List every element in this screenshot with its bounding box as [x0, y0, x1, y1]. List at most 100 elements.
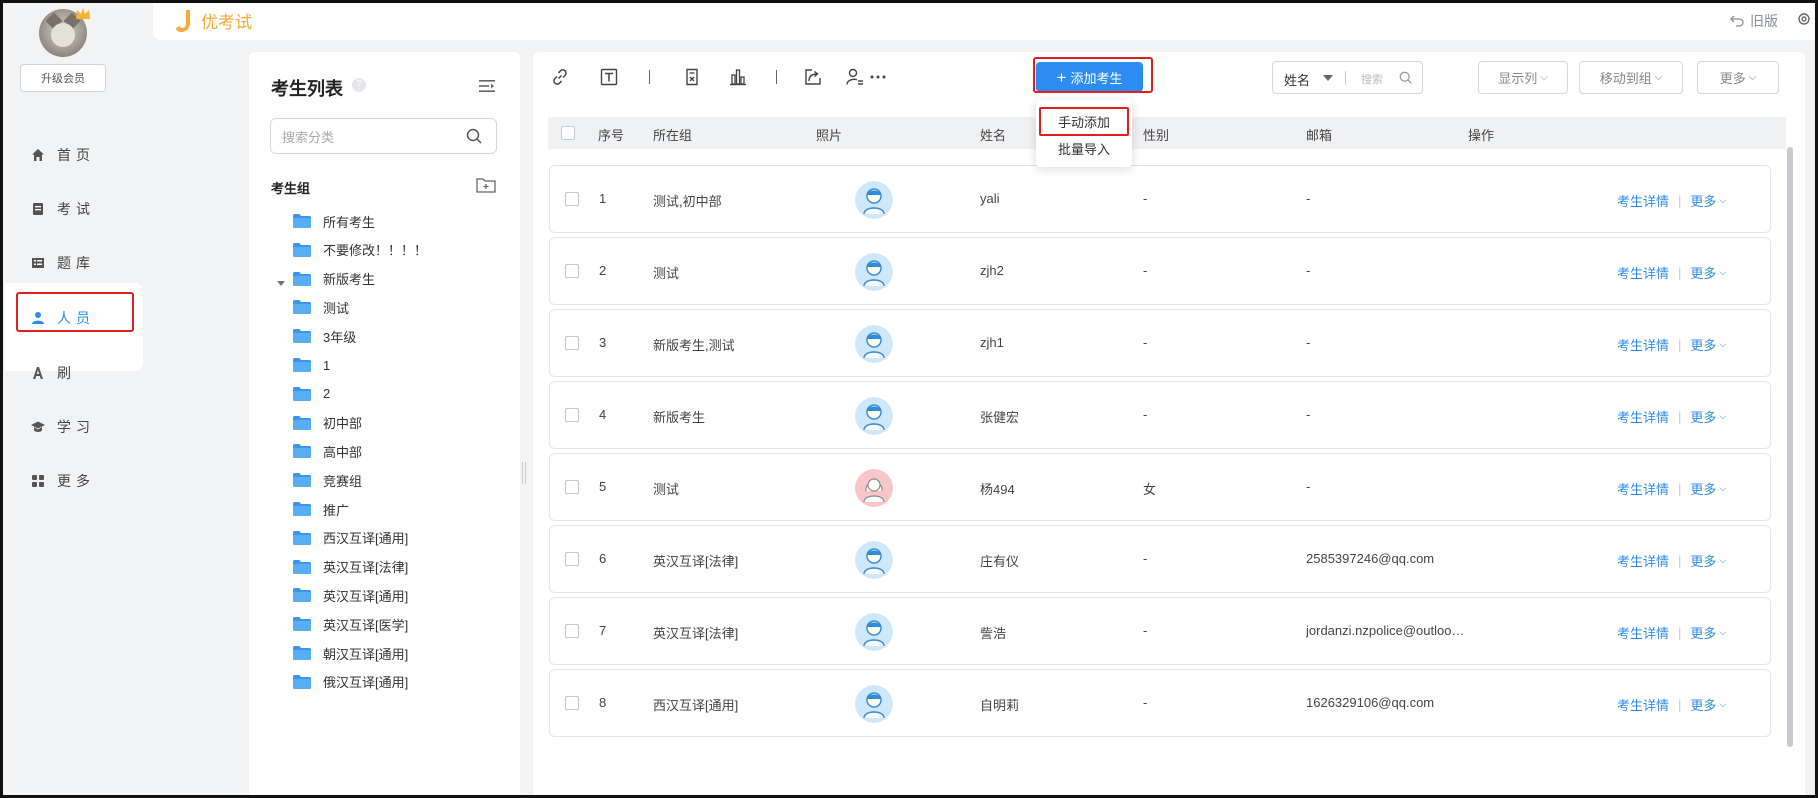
row-more-link[interactable]: 更多: [1690, 551, 1716, 570]
group-tree-item[interactable]: 所有考生: [293, 209, 375, 233]
row-checkbox[interactable]: [565, 624, 579, 638]
nav-item-home[interactable]: 首页: [17, 136, 133, 174]
row-actions: 考生详情 | 更多 ⌵: [1617, 335, 1726, 354]
letter-a-icon: [31, 366, 45, 380]
nav-item-question-bank[interactable]: 题库: [17, 244, 133, 282]
link-icon[interactable]: [549, 66, 571, 88]
table-row[interactable]: 2 测试 zjh2 - - 考生详情 | 更多 ⌵: [549, 237, 1771, 305]
group-tree-item[interactable]: 不要修改！！！！: [293, 238, 427, 262]
bar-chart-icon[interactable]: [727, 66, 749, 88]
row-checkbox[interactable]: [565, 552, 579, 566]
column-header-name: 姓名: [980, 128, 1007, 143]
nav-item-label: 更多: [57, 473, 95, 489]
nav-item-practice[interactable]: 刷: [17, 354, 133, 392]
nav-item-study[interactable]: 学习: [17, 408, 133, 446]
group-tree-item[interactable]: 英汉互译[医学]: [293, 612, 408, 636]
student-detail-link[interactable]: 考生详情: [1617, 479, 1669, 498]
row-more-link[interactable]: 更多: [1690, 407, 1716, 426]
group-tree-item[interactable]: 测试: [293, 295, 349, 319]
row-more-link[interactable]: 更多: [1690, 335, 1716, 354]
text-icon[interactable]: [598, 66, 620, 88]
action-separator: |: [1678, 481, 1682, 496]
table-row[interactable]: 1 测试,初中部 yali - - 考生详情 | 更多 ⌵: [549, 165, 1771, 233]
row-checkbox[interactable]: [565, 696, 579, 710]
student-detail-link[interactable]: 考生详情: [1617, 335, 1669, 354]
exam-icon: [31, 202, 45, 216]
group-tree-item[interactable]: 新版考生: [293, 267, 375, 291]
dropdown-option-manual-add[interactable]: 手动添加: [1036, 109, 1132, 133]
table-row[interactable]: 5 测试 杨494 女 - 考生详情 | 更多 ⌵: [549, 453, 1771, 521]
move-to-group-button[interactable]: 移动到组 ⌵: [1579, 61, 1683, 94]
group-tree-item[interactable]: 2: [293, 382, 330, 406]
row-more-link[interactable]: 更多: [1690, 191, 1716, 210]
row-checkbox[interactable]: [565, 192, 579, 206]
group-tree-item[interactable]: 推广: [293, 497, 349, 521]
group-tree-item[interactable]: 俄汉互译[通用]: [293, 670, 408, 694]
share-icon[interactable]: [802, 66, 824, 88]
group-tree-item[interactable]: 西汉互译[通用]: [293, 526, 408, 550]
row-more-link[interactable]: 更多: [1690, 479, 1716, 498]
row-checkbox[interactable]: [565, 480, 579, 494]
row-checkbox[interactable]: [565, 408, 579, 422]
table-row[interactable]: 7 英汉互译[法律] 訾浩 - jordanzi.nzpolice@outlook.co…: [549, 597, 1771, 665]
student-detail-link[interactable]: 考生详情: [1617, 695, 1669, 714]
group-tree-item[interactable]: 竞赛组: [293, 468, 362, 492]
row-checkbox[interactable]: [565, 336, 579, 350]
row-more-link[interactable]: 更多: [1690, 695, 1716, 714]
user-manage-icon[interactable]: [844, 66, 866, 88]
student-detail-link[interactable]: 考生详情: [1617, 551, 1669, 570]
nav-item-exam[interactable]: 考试: [17, 190, 133, 228]
student-detail-link[interactable]: 考生详情: [1617, 263, 1669, 282]
help-icon[interactable]: ?: [352, 78, 366, 92]
caret-down-icon[interactable]: [276, 275, 286, 286]
dropdown-option-batch-import[interactable]: 批量导入: [1036, 136, 1132, 160]
group-tree-item[interactable]: 英汉互译[法律]: [293, 555, 408, 579]
folder-icon: [293, 329, 311, 344]
folder-icon: [293, 588, 311, 603]
student-search-input[interactable]: 搜索: [1361, 71, 1383, 87]
table-row[interactable]: 8 西汉互译[通用] 自明莉 - 1626329106@qq.com 考生详情 | 更多 ⌵: [549, 669, 1771, 737]
student-detail-link[interactable]: 考生详情: [1617, 191, 1669, 210]
table-row[interactable]: 4 新版考生 张健宏 - - 考生详情 | 更多 ⌵: [549, 381, 1771, 449]
group-tree-item[interactable]: 朝汉互译[通用]: [293, 641, 408, 665]
group-tree-item[interactable]: 英汉互译[通用]: [293, 583, 408, 607]
more-horizontal-icon[interactable]: [867, 66, 889, 88]
caret-down-icon[interactable]: [1323, 75, 1333, 81]
group-tree-item[interactable]: 1: [293, 353, 330, 377]
collapse-menu-icon[interactable]: [478, 78, 496, 94]
student-detail-link[interactable]: 考生详情: [1617, 623, 1669, 642]
group-tree-item[interactable]: 高中部: [293, 439, 362, 463]
row-email: -: [1306, 191, 1311, 206]
search-field-select[interactable]: 姓名: [1284, 70, 1310, 89]
table-scrollbar[interactable]: [1787, 147, 1793, 747]
table-row[interactable]: 6 英汉互译[法律] 庄有仪 - 2585397246@qq.com 考生详情 | 更多 ⌵: [549, 525, 1771, 593]
row-more-link[interactable]: 更多: [1690, 623, 1716, 642]
row-index: 7: [599, 623, 607, 638]
select-all-checkbox[interactable]: [561, 126, 575, 140]
more-actions-button[interactable]: 更多 ⌵: [1697, 61, 1779, 94]
search-icon[interactable]: [1399, 71, 1412, 87]
group-tree-label: 朝汉互译[通用]: [323, 646, 409, 662]
row-gender: -: [1143, 695, 1148, 710]
add-student-button[interactable]: + 添加考生: [1036, 62, 1143, 92]
nav-item-personnel[interactable]: 人员: [17, 299, 133, 337]
gear-icon[interactable]: [1796, 11, 1812, 27]
panel-resize-handle[interactable]: [522, 462, 526, 484]
table-row[interactable]: 3 新版考生,测试 zjh1 - - 考生详情 | 更多 ⌵: [549, 309, 1771, 377]
group-tree-item[interactable]: 3年级: [293, 324, 356, 348]
student-detail-link[interactable]: 考生详情: [1617, 407, 1669, 426]
search-icon[interactable]: [466, 128, 482, 147]
row-checkbox[interactable]: [565, 264, 579, 278]
delete-list-icon[interactable]: [681, 66, 703, 88]
group-tree-item[interactable]: 初中部: [293, 411, 362, 435]
display-columns-button[interactable]: 显示列 ⌵: [1478, 61, 1568, 94]
crown-icon: [76, 8, 90, 19]
row-more-link[interactable]: 更多: [1690, 263, 1716, 282]
app-logo[interactable]: 优考试: [175, 8, 252, 33]
old-version-link[interactable]: 旧版: [1730, 11, 1778, 31]
add-folder-icon[interactable]: [476, 176, 496, 194]
folder-icon: [293, 214, 311, 228]
group-search-input[interactable]: 搜索分类: [270, 118, 497, 154]
nav-item-more[interactable]: 更多: [17, 462, 133, 500]
upgrade-membership-button[interactable]: 升级会员: [20, 64, 106, 92]
